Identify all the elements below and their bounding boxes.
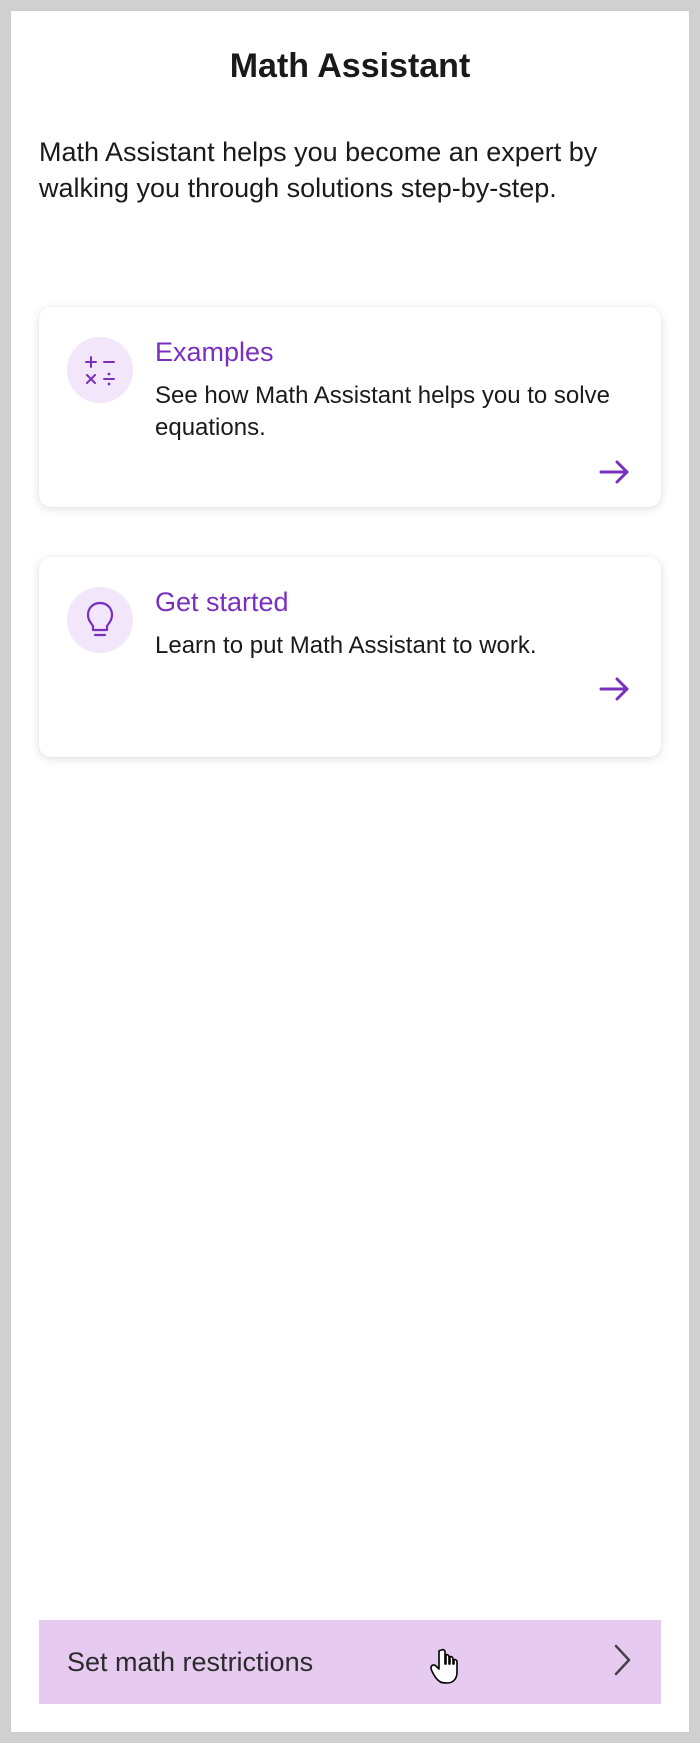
page-description: Math Assistant helps you become an exper… (39, 134, 661, 207)
arrow-right-icon (597, 674, 633, 704)
examples-card[interactable]: Examples See how Math Assistant helps yo… (39, 307, 661, 507)
card-description: See how Math Assistant helps you to solv… (155, 380, 633, 445)
set-math-restrictions-button[interactable]: Set math restrictions (39, 1620, 661, 1704)
lightbulb-icon (67, 587, 133, 653)
card-title: Examples (155, 337, 633, 368)
math-assistant-panel: Math Assistant Math Assistant helps you … (10, 10, 690, 1733)
card-text: Examples See how Math Assistant helps yo… (155, 337, 633, 445)
page-title: Math Assistant (39, 47, 661, 86)
card-description: Learn to put Math Assistant to work. (155, 630, 633, 662)
cursor-pointer-icon (427, 1645, 461, 1692)
get-started-card[interactable]: Get started Learn to put Math Assistant … (39, 557, 661, 757)
card-body: Get started Learn to put Math Assistant … (67, 587, 633, 662)
restrictions-label: Set math restrictions (67, 1647, 313, 1678)
card-body: Examples See how Math Assistant helps yo… (67, 337, 633, 445)
card-title: Get started (155, 587, 633, 618)
chevron-right-icon (613, 1643, 633, 1682)
card-text: Get started Learn to put Math Assistant … (155, 587, 633, 662)
arrow-right-icon (597, 457, 633, 487)
math-operators-icon (67, 337, 133, 403)
